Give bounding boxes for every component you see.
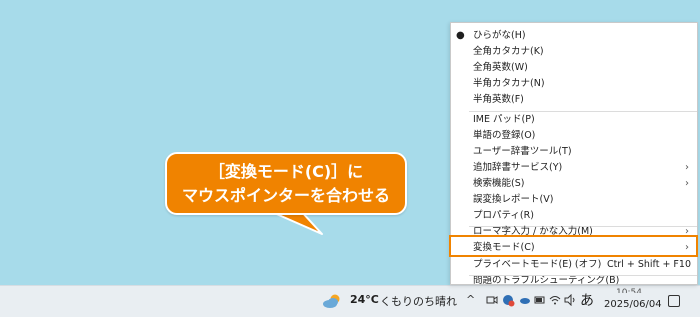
menu-item-troubleshoot[interactable]: 問題のトラブルシューティング(B) [451, 276, 697, 286]
shortcut-text: Ctrl + Shift + F10 [606, 259, 691, 270]
menu-item-label: ユーザー辞書ツール(T) [473, 146, 572, 157]
ime-mode-indicator[interactable]: あ [580, 290, 594, 310]
conversion-mode-highlight-box [449, 235, 698, 257]
chevron-up-icon[interactable]: ^ [466, 294, 475, 306]
cloud-icon[interactable] [519, 294, 531, 306]
menu-item-label: 半角カタカナ(N) [473, 78, 545, 89]
partly-cloudy-icon[interactable] [322, 293, 342, 309]
speaker-icon[interactable] [564, 294, 576, 306]
menu-item-ime-pad[interactable]: IME パッド(P) [451, 112, 697, 128]
checked-bullet-icon: ● [456, 30, 465, 41]
camera-icon[interactable] [486, 294, 498, 306]
chevron-right-icon: › [685, 162, 689, 173]
menu-item-label: プライベートモード(E) (オフ) [473, 259, 602, 270]
menu-item-label: IME パッド(P) [473, 114, 535, 125]
wifi-icon[interactable] [549, 294, 561, 306]
battery-icon[interactable] [534, 294, 546, 306]
menu-item-private-mode[interactable]: プライベートモード(E) (オフ) Ctrl + Shift + F10 [451, 257, 697, 273]
menu-item-user-dictionary[interactable]: ユーザー辞書ツール(T) [451, 144, 697, 160]
clock-date[interactable]: 2025/06/04 [604, 299, 662, 310]
menu-item-label: 全角カタカナ(K) [473, 46, 544, 57]
menu-item-additional-dictionary[interactable]: 追加辞書サービス(Y) › [451, 160, 697, 176]
menu-item-zenkaku-eisu[interactable]: 全角英数(W) [451, 60, 697, 76]
menu-item-label: ひらがな(H) [473, 30, 526, 41]
menu-item-hankaku-katakana[interactable]: 半角カタカナ(N) [451, 76, 697, 92]
menu-item-properties[interactable]: プロパティ(R) [451, 208, 697, 224]
menu-item-label: 単語の登録(O) [473, 130, 536, 141]
menu-item-hiragana[interactable]: ● ひらがな(H) [451, 28, 697, 44]
menu-item-label: 問題のトラブルシューティング(B) [473, 276, 620, 286]
menu-item-word-register[interactable]: 単語の登録(O) [451, 128, 697, 144]
menu-item-hankaku-eisu[interactable]: 半角英数(F) [451, 92, 697, 108]
menu-item-label: 検索機能(S) [473, 178, 525, 189]
menu-item-label: 誤変換レポート(V) [473, 194, 554, 205]
menu-item-misconversion-report[interactable]: 誤変換レポート(V) [451, 192, 697, 208]
weather-description[interactable]: くもりのち晴れ [380, 293, 457, 309]
menu-item-label: 半角英数(F) [473, 94, 524, 105]
menu-item-label: 全角英数(W) [473, 62, 528, 73]
clock-time[interactable]: 10:54 [616, 287, 642, 293]
menu-item-label: プロパティ(R) [473, 210, 534, 221]
menu-item-label: 追加辞書サービス(Y) [473, 162, 563, 173]
menu-item-search[interactable]: 検索機能(S) › [451, 176, 697, 192]
menu-item-zenkaku-katakana[interactable]: 全角カタカナ(K) [451, 44, 697, 60]
callout-line-2: マウスポインターを合わせる [181, 186, 390, 205]
weather-temperature[interactable]: 24°C [350, 293, 379, 306]
callout-line-1: ［変換モード(C)］に [208, 162, 364, 181]
notification-icon[interactable] [668, 295, 680, 307]
instruction-callout: ［変換モード(C)］に マウスポインターを合わせる [165, 152, 407, 215]
cloud-sync-icon[interactable] [502, 294, 515, 307]
chevron-right-icon: › [685, 178, 689, 189]
